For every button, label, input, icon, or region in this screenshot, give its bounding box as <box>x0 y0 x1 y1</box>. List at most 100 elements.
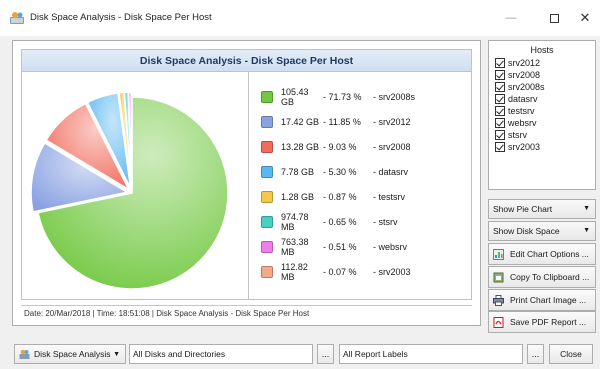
host-label: stsrv <box>508 130 527 140</box>
save-pdf-report-button[interactable]: Save PDF Report ... <box>488 311 596 333</box>
maximize-icon <box>549 13 559 23</box>
checkbox-checked-icon[interactable] <box>495 130 505 140</box>
checkbox-checked-icon[interactable] <box>495 106 505 116</box>
edit-chart-options-button[interactable]: Edit Chart Options ... <box>488 243 596 265</box>
legend-swatch <box>261 265 273 278</box>
legend-size: 17.42 GB <box>281 116 320 127</box>
host-checkbox-item[interactable]: datasrv <box>495 93 595 105</box>
legend-host: - srv2012 <box>373 116 411 127</box>
pie-chart <box>30 91 229 290</box>
checkbox-checked-icon[interactable] <box>495 142 505 152</box>
chart-legend: 105.43 GB - 71.73 % - srv2008s 17.42 GB - 11… <box>261 84 466 284</box>
clipboard-icon <box>493 272 504 282</box>
host-label: datasrv <box>508 94 538 104</box>
copy-to-clipboard-button[interactable]: Copy To Clipboard ... <box>488 266 596 288</box>
legend-item: 112.82 MB - 0.07 % - srv2003 <box>261 259 466 284</box>
legend-item: 13.28 GB - 9.03 % - srv2008 <box>261 134 466 159</box>
checkbox-checked-icon[interactable] <box>495 70 505 80</box>
host-checkbox-item[interactable]: stsrv <box>495 129 595 141</box>
legend-item: 105.43 GB - 71.73 % - srv2008s <box>261 84 466 109</box>
host-label: srv2012 <box>508 58 541 68</box>
legend-percent: - 0.51 % <box>323 241 357 252</box>
legend-item: 974.78 MB - 0.65 % - stsrv <box>261 209 466 234</box>
legend-size: 105.43 GB <box>281 86 309 107</box>
checkbox-checked-icon[interactable] <box>495 58 505 68</box>
legend-host: - stsrv <box>373 216 398 227</box>
chart-type-select-value: Show Pie Chart <box>493 204 553 214</box>
pdf-icon <box>493 316 504 328</box>
labels-browse-button[interactable]: ... <box>527 344 544 364</box>
close-window-button[interactable]: ✕ <box>562 0 600 36</box>
legend-swatch <box>261 215 273 228</box>
print-chart-button[interactable]: Print Chart Image ... <box>488 289 596 311</box>
legend-host: - testsrv <box>373 191 406 202</box>
chart-panel: Disk Space Analysis - Disk Space Per Hos… <box>12 40 481 326</box>
legend-host: - datasrv <box>373 166 409 177</box>
print-chart-label: Print Chart Image ... <box>510 295 587 305</box>
scope-field[interactable]: All Disks and Directories <box>129 344 313 364</box>
scope-browse-button[interactable]: ... <box>317 344 334 364</box>
legend-size: 112.82 MB <box>281 261 308 282</box>
minimize-button[interactable]: — <box>488 0 534 36</box>
legend-swatch <box>261 190 273 203</box>
host-checkbox-item[interactable]: srv2008 <box>495 69 595 81</box>
close-button[interactable]: Close <box>549 344 593 364</box>
checkbox-checked-icon[interactable] <box>495 94 505 104</box>
legend-host: - srv2008 <box>373 141 411 152</box>
legend-size: 13.28 GB <box>281 141 320 152</box>
host-label: testsrv <box>508 106 535 116</box>
legend-size: 7.78 GB <box>281 166 315 177</box>
host-checkbox-item[interactable]: srv2003 <box>495 141 595 153</box>
hosts-header: Hosts <box>530 45 554 55</box>
copy-to-clipboard-label: Copy To Clipboard ... <box>510 272 590 282</box>
legend-percent: - 0.65 % <box>323 216 357 227</box>
checkbox-checked-icon[interactable] <box>495 82 505 92</box>
legend-swatch <box>261 165 273 178</box>
printer-icon <box>493 294 504 306</box>
legend-item: 17.42 GB - 11.85 % - srv2012 <box>261 109 466 134</box>
chevron-down-icon: ▼ <box>583 205 590 212</box>
chart-area: Disk Space Analysis - Disk Space Per Hos… <box>21 49 472 300</box>
host-checkbox-item[interactable]: srv2008s <box>495 81 595 93</box>
save-pdf-report-label: Save PDF Report ... <box>510 317 587 327</box>
legend-host: - srv2003 <box>373 266 411 277</box>
legend-host: - websrv <box>373 241 408 252</box>
title-bar: Disk Space Analysis - Disk Space Per Hos… <box>0 0 600 36</box>
window-title: Disk Space Analysis - Disk Space Per Hos… <box>30 12 212 23</box>
legend-swatch <box>261 115 273 128</box>
chart-settings-icon <box>493 248 504 260</box>
host-checkbox-item[interactable]: websrv <box>495 117 595 129</box>
chart-type-select[interactable]: Show Pie Chart ▼ <box>488 199 596 219</box>
legend-size: 763.38 MB <box>281 236 309 257</box>
legend-percent: - 11.85 % <box>323 116 361 127</box>
host-checkbox-item[interactable]: srv2012 <box>495 57 595 69</box>
legend-swatch <box>261 90 273 103</box>
chart-status-line: Date: 20/Mar/2018 | Time: 18:51:08 | Dis… <box>21 305 472 320</box>
app-icon <box>10 12 24 24</box>
legend-percent: - 0.87 % <box>323 191 357 202</box>
host-label: srv2008s <box>508 82 545 92</box>
host-checkbox-item[interactable]: testsrv <box>495 105 595 117</box>
legend-size: 974.78 MB <box>281 211 309 232</box>
bottom-toolbar: Disk Space Analysis ▼ All Disks and Dire… <box>0 334 600 369</box>
metric-select[interactable]: Show Disk Space ▼ <box>488 221 596 241</box>
pie-plot-area <box>22 72 249 300</box>
app-window: Disk Space Analysis - Disk Space Per Hos… <box>0 0 600 369</box>
hosts-panel: Hosts srv2012 srv2008 srv2008s datasrv tests… <box>488 40 596 190</box>
report-type-select[interactable]: Disk Space Analysis ▼ <box>14 344 126 364</box>
host-label: websrv <box>508 118 537 128</box>
disk-space-analysis-icon <box>19 349 30 359</box>
legend-percent: - 0.07 % <box>323 266 357 277</box>
metric-select-value: Show Disk Space <box>493 226 560 236</box>
hosts-list: srv2012 srv2008 srv2008s datasrv testsrv webs… <box>495 57 595 153</box>
checkbox-checked-icon[interactable] <box>495 118 505 128</box>
host-label: srv2008 <box>508 70 541 80</box>
legend-percent: - 5.30 % <box>323 166 357 177</box>
legend-item: 763.38 MB - 0.51 % - websrv <box>261 234 466 259</box>
report-type-value: Disk Space Analysis <box>34 349 111 359</box>
edit-chart-options-label: Edit Chart Options ... <box>510 249 589 259</box>
legend-swatch <box>261 140 273 153</box>
labels-field[interactable]: All Report Labels <box>339 344 523 364</box>
legend-item: 7.78 GB - 5.30 % - datasrv <box>261 159 466 184</box>
chart-title: Disk Space Analysis - Disk Space Per Hos… <box>22 50 471 72</box>
